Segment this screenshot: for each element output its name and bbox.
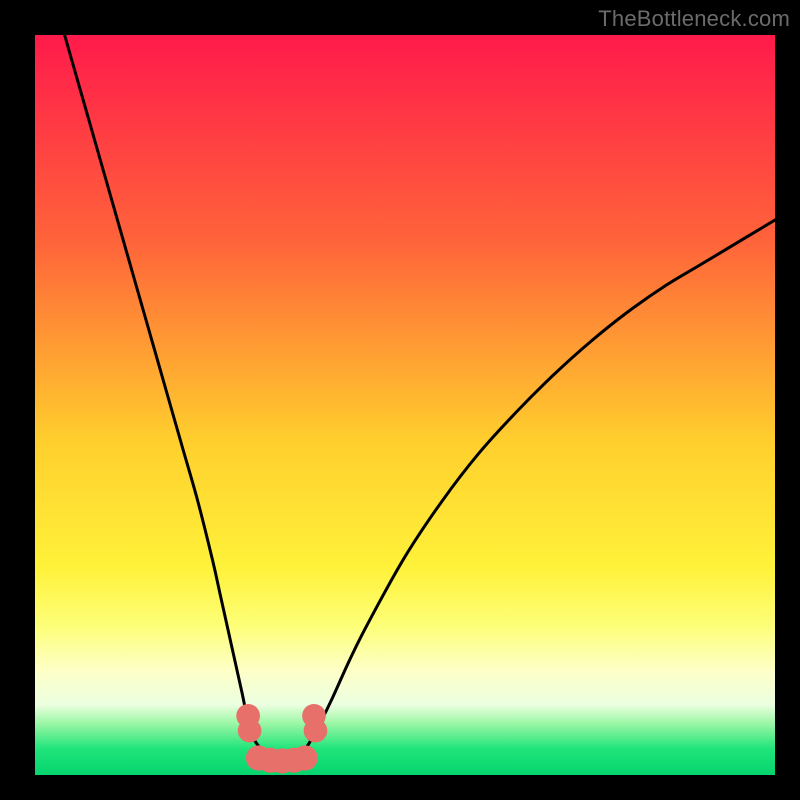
marker-dot <box>293 745 318 770</box>
chart-frame: TheBottleneck.com <box>0 0 800 800</box>
marker-dot <box>304 719 328 743</box>
gradient-background <box>35 35 775 775</box>
plot-area <box>35 35 775 775</box>
chart-svg <box>35 35 775 775</box>
marker-dot <box>238 719 262 743</box>
watermark-text: TheBottleneck.com <box>598 6 790 32</box>
